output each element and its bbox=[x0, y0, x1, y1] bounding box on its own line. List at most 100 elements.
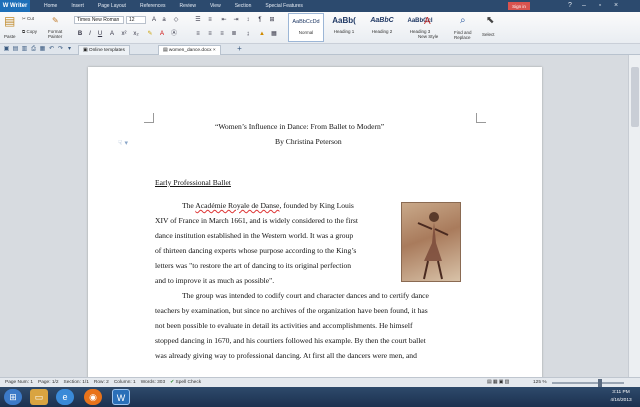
new-style-button[interactable]: New Style bbox=[418, 34, 438, 39]
help-icon[interactable]: ? bbox=[566, 2, 574, 10]
menu-review[interactable]: Review bbox=[180, 3, 196, 9]
cut-button[interactable]: ✂ Cut bbox=[22, 16, 34, 22]
writer-taskbar-icon[interactable]: W bbox=[112, 389, 130, 405]
menu-references[interactable]: References bbox=[140, 3, 166, 9]
shrink-font-icon[interactable]: a bbox=[160, 16, 168, 24]
select-icon[interactable]: ⬉ bbox=[486, 15, 494, 26]
justify-icon[interactable]: ≣ bbox=[230, 30, 238, 38]
clear-format-icon[interactable]: ◇ bbox=[172, 16, 180, 24]
line-spacing-icon[interactable]: ↨ bbox=[244, 30, 252, 38]
start-button-icon[interactable]: ⊞ bbox=[4, 389, 22, 405]
close-icon[interactable]: × bbox=[612, 2, 620, 10]
font-color-icon[interactable]: A bbox=[158, 30, 166, 38]
vertical-scrollbar[interactable] bbox=[628, 55, 640, 377]
style-normal-label: Normal bbox=[298, 30, 314, 35]
open-icon[interactable]: ▣ bbox=[3, 46, 10, 53]
select-button[interactable]: Select bbox=[482, 32, 495, 37]
align-left-icon[interactable]: ≡ bbox=[194, 30, 202, 38]
app-menu-button[interactable]: W Writer bbox=[0, 0, 30, 12]
view-mode-icons[interactable]: ▤ ▦ ▣ ▥ bbox=[487, 380, 509, 385]
paste-icon[interactable]: ▤ bbox=[4, 14, 15, 28]
firefox-icon[interactable]: ◉ bbox=[84, 389, 102, 405]
align-center-icon[interactable]: ≡ bbox=[206, 30, 214, 38]
document-workspace[interactable]: ☟ ▾ “Women’s Influence in Dance: From Ba… bbox=[0, 55, 640, 377]
shading-icon[interactable]: ▲ bbox=[258, 30, 266, 38]
table-icon[interactable]: ⊞ bbox=[268, 16, 276, 24]
print-preview-icon[interactable]: ▦ bbox=[39, 46, 46, 53]
spell-check-toggle[interactable]: ✔ Spell Check bbox=[170, 380, 201, 385]
margin-corner-top-left bbox=[144, 113, 154, 123]
bold-icon[interactable]: B bbox=[76, 30, 84, 38]
zoom-slider[interactable] bbox=[552, 382, 624, 384]
minimize-icon[interactable]: – bbox=[580, 2, 588, 10]
save-icon[interactable]: ▤ bbox=[12, 46, 19, 53]
underline-icon[interactable]: U bbox=[96, 30, 104, 38]
text-effect-icon[interactable]: Ⓐ bbox=[170, 30, 178, 38]
format-painter-button[interactable]: Format Painter bbox=[48, 29, 70, 39]
font-size-field[interactable]: 12 bbox=[126, 16, 146, 24]
increase-indent-icon[interactable]: ⇥ bbox=[232, 16, 240, 24]
style-normal-sample: AaBbCcDd bbox=[292, 19, 320, 25]
dropdown-icon[interactable]: ▾ bbox=[66, 46, 73, 53]
redo-icon[interactable]: ↷ bbox=[57, 46, 64, 53]
status-words[interactable]: Words: 303 bbox=[141, 380, 165, 385]
find-replace-button[interactable]: Find and Replace bbox=[454, 30, 478, 40]
margin-corner-top-right bbox=[476, 113, 486, 123]
paragraph-1-line-3: dance institution established in the Wes… bbox=[155, 231, 354, 240]
file-explorer-icon[interactable]: ▭ bbox=[30, 389, 48, 405]
menu-special-features[interactable]: Special Features bbox=[265, 3, 303, 9]
superscript-icon[interactable]: x² bbox=[120, 30, 128, 38]
dancer-figure-icon bbox=[417, 212, 449, 280]
menu-page-layout[interactable]: Page Layout bbox=[98, 3, 126, 9]
decrease-indent-icon[interactable]: ⇤ bbox=[220, 16, 228, 24]
scrollbar-thumb[interactable] bbox=[631, 67, 639, 127]
borders-icon[interactable]: ▦ bbox=[270, 30, 278, 38]
save-all-icon[interactable]: ▥ bbox=[21, 46, 28, 53]
highlight-icon[interactable]: ✎ bbox=[146, 30, 154, 38]
paragraph-2-line-4: stopped dancing in 1670, and his courtie… bbox=[155, 336, 426, 345]
tab-women-dance[interactable]: ▤ women_dance.docx × bbox=[158, 45, 221, 55]
subscript-icon[interactable]: x₂ bbox=[132, 30, 140, 38]
dancer-illustration[interactable] bbox=[401, 202, 461, 282]
numbering-icon[interactable]: ≡ bbox=[206, 16, 214, 24]
system-clock[interactable]: 3:11 PM 4/16/2013 bbox=[604, 389, 638, 405]
style-heading-2[interactable]: AaBbC Heading 2 bbox=[364, 13, 400, 42]
maximize-icon[interactable]: ▫ bbox=[596, 2, 604, 10]
copy-button[interactable]: ⧉ Copy bbox=[22, 29, 37, 34]
menu-view[interactable]: View bbox=[210, 3, 221, 9]
close-tab-icon[interactable]: × bbox=[212, 48, 216, 53]
italic-icon[interactable]: I bbox=[86, 30, 94, 38]
menu-section[interactable]: Section bbox=[235, 3, 252, 9]
format-painter-icon[interactable]: ✎ bbox=[52, 16, 59, 25]
font-name-field[interactable]: Times New Roman bbox=[74, 16, 124, 24]
bullets-icon[interactable]: ☰ bbox=[194, 16, 202, 24]
menu-insert[interactable]: Insert bbox=[71, 3, 84, 9]
paragraph-handle-icon[interactable]: ☟ ▾ bbox=[118, 139, 128, 147]
grow-font-icon[interactable]: A bbox=[150, 16, 158, 24]
style-normal[interactable]: AaBbCcDd Normal bbox=[288, 13, 324, 42]
print-icon[interactable]: ⎙ bbox=[30, 46, 37, 53]
status-page-num: Page Num: 1 bbox=[5, 380, 33, 385]
align-right-icon[interactable]: ≡ bbox=[218, 30, 226, 38]
style-heading-1[interactable]: AaBb( Heading 1 bbox=[326, 13, 362, 42]
show-marks-icon[interactable]: ¶ bbox=[256, 16, 264, 24]
document-page[interactable]: ☟ ▾ “Women’s Influence in Dance: From Ba… bbox=[88, 67, 542, 377]
text-run: , founded by King Louis bbox=[279, 201, 354, 210]
paragraph-2-line-3: not been possible to evaluate in detail … bbox=[155, 321, 413, 330]
paragraph-1-line-4: of thirteen dancing experts whose purpos… bbox=[155, 246, 357, 255]
new-tab-icon[interactable]: + bbox=[236, 45, 243, 53]
internet-explorer-icon[interactable]: e bbox=[56, 389, 74, 405]
menu-home[interactable]: Home bbox=[44, 3, 57, 9]
new-style-icon[interactable]: A bbox=[424, 16, 431, 27]
find-replace-icon[interactable]: ⌕ bbox=[460, 15, 466, 26]
paste-button[interactable]: Paste bbox=[4, 34, 16, 39]
sort-icon[interactable]: ↕ bbox=[244, 16, 252, 24]
undo-icon[interactable]: ↶ bbox=[48, 46, 55, 53]
zoom-level[interactable]: 125 % bbox=[533, 380, 547, 385]
clock-time: 3:11 PM bbox=[612, 390, 630, 395]
style-heading-1-label: Heading 1 bbox=[333, 29, 355, 34]
zoom-slider-thumb[interactable] bbox=[598, 379, 602, 387]
sign-in-button[interactable]: Sign in bbox=[508, 2, 530, 10]
tab-online-templates[interactable]: ▣ Online templates bbox=[78, 45, 130, 55]
strikethrough-icon[interactable]: A bbox=[108, 30, 116, 38]
